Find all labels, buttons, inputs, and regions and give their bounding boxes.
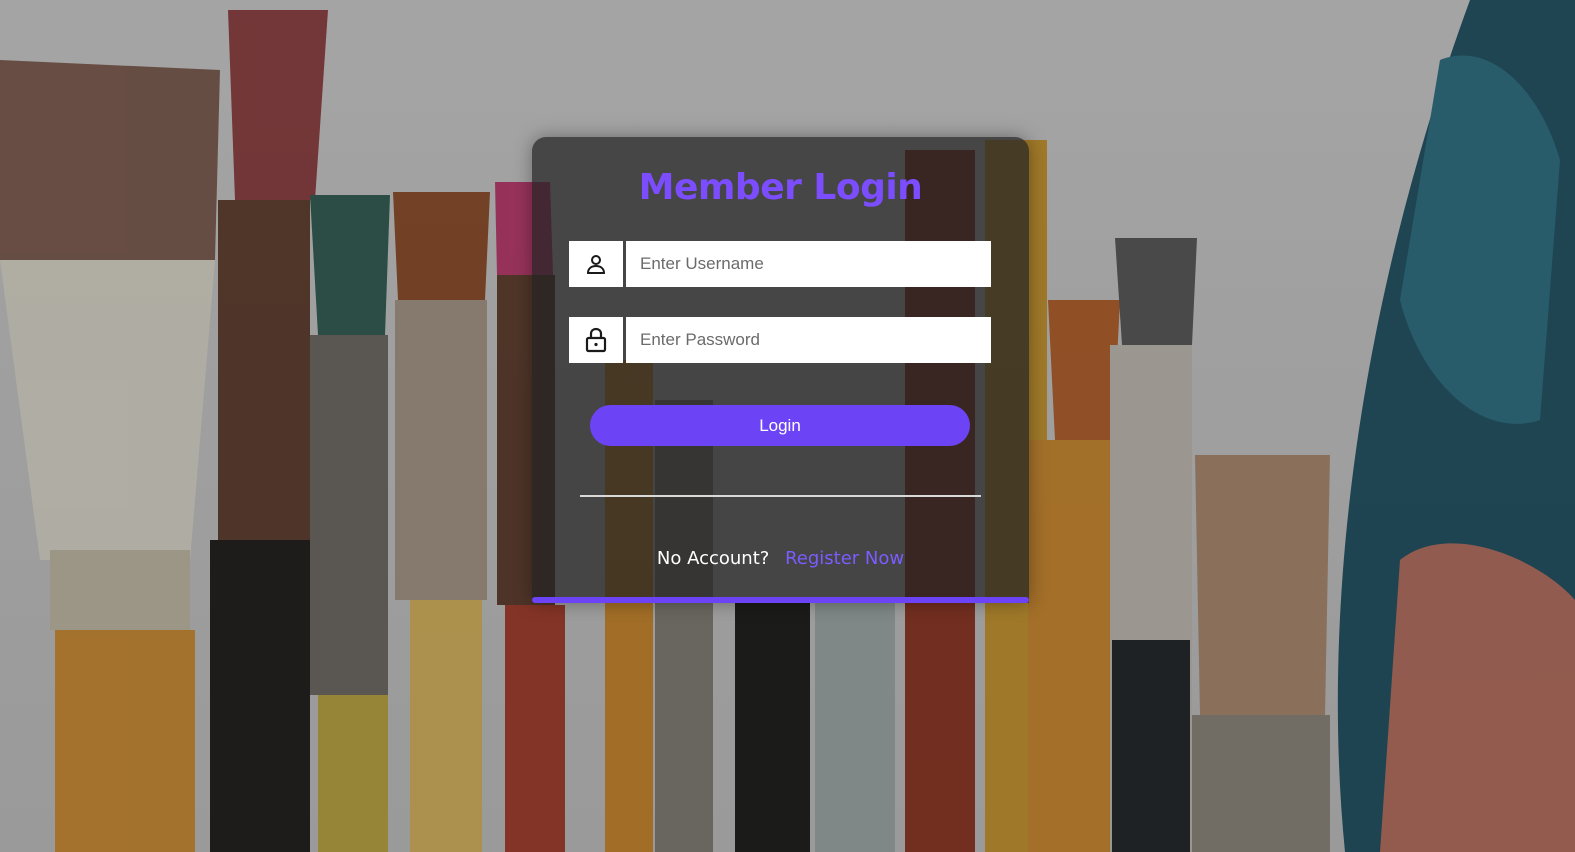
username-input[interactable] [626, 241, 991, 287]
login-button[interactable]: Login [590, 405, 970, 446]
register-row: No Account? Register Now [532, 548, 1029, 569]
login-card: Member Login Login No [532, 137, 1029, 603]
card-accent-bar [532, 597, 1029, 603]
password-input[interactable] [626, 317, 991, 363]
no-account-text: No Account? [656, 548, 770, 569]
register-now-link[interactable]: Register Now [785, 548, 904, 569]
divider [580, 495, 981, 497]
user-icon [569, 241, 623, 287]
password-field [569, 317, 991, 363]
username-field [569, 241, 991, 287]
login-page: Member Login Login No [0, 0, 1575, 852]
login-title: Member Login [638, 167, 923, 208]
lock-icon [569, 317, 623, 363]
